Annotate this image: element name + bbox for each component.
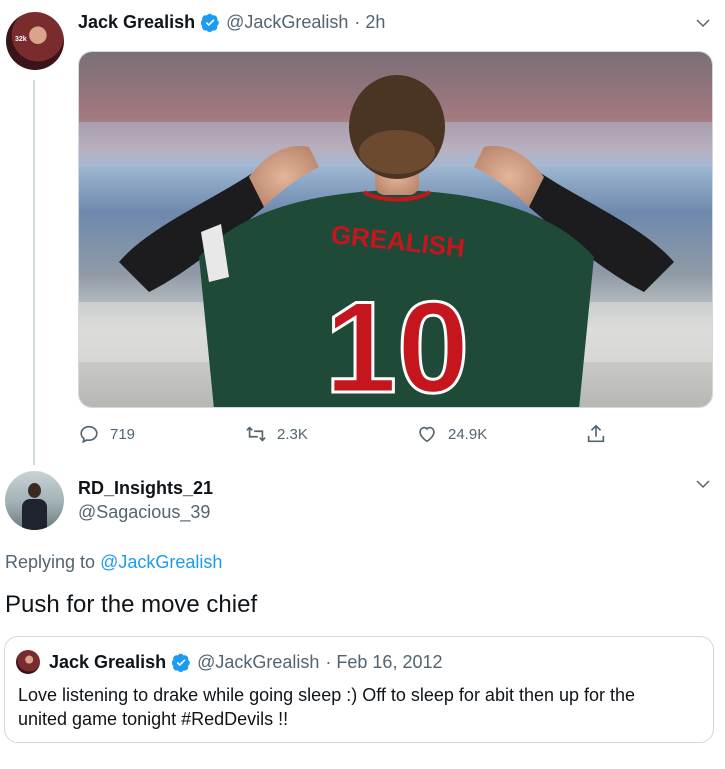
- heart-icon: [419, 426, 435, 443]
- share-action[interactable]: [585, 423, 607, 445]
- quoted-tweet-header: Jack Grealish @JackGrealish · Feb 16, 20…: [49, 652, 443, 673]
- jersey-number: 10: [325, 274, 470, 408]
- retweet-count: 2.3K: [277, 425, 308, 443]
- retweet-action[interactable]: 2.3K: [245, 423, 308, 445]
- replying-prefix: Replying to: [5, 552, 96, 572]
- quoted-author-handle: @JackGrealish: [197, 652, 320, 672]
- reply-options-chevron-icon[interactable]: [694, 475, 712, 498]
- reply-count: 719: [110, 425, 136, 443]
- reply-action[interactable]: 719: [78, 423, 135, 445]
- like-count: 24.9K: [448, 425, 488, 443]
- reply-text: Push for the move chief: [5, 591, 258, 618]
- tweet-header: Jack Grealish @JackGrealish · 2h: [78, 12, 385, 33]
- avatar-badge-text: 32k: [15, 36, 27, 43]
- quoted-text-line-2: united game tonight #RedDevils !!: [18, 709, 289, 729]
- retweet-icon: [246, 426, 266, 442]
- author-avatar[interactable]: 32k: [6, 12, 64, 70]
- author-handle[interactable]: @JackGrealish: [226, 12, 348, 33]
- quoted-author-name: Jack Grealish: [49, 652, 167, 672]
- photo-illustration: GREALISH 10: [79, 52, 712, 408]
- quoted-tweet-text: Love listening to drake while going slee…: [18, 683, 708, 731]
- reply-author-avatar[interactable]: [5, 471, 64, 530]
- quoted-tweet-date: · Feb 16, 2012: [325, 652, 443, 672]
- tweet-time[interactable]: · 2h: [354, 12, 385, 33]
- replying-to-link[interactable]: @JackGrealish: [100, 552, 222, 572]
- reply-icon: [80, 425, 98, 444]
- author-name[interactable]: Jack Grealish: [78, 12, 195, 33]
- replying-to-line: Replying to @JackGrealish: [5, 552, 222, 573]
- quoted-author-avatar: [16, 650, 40, 674]
- quoted-text-line-1: Love listening to drake while going slee…: [18, 685, 636, 705]
- like-action[interactable]: 24.9K: [416, 423, 487, 445]
- verified-badge-icon: [200, 13, 220, 32]
- reply-author-handle[interactable]: @Sagacious_39: [78, 502, 210, 523]
- share-icon: [587, 424, 605, 443]
- reply-author-name[interactable]: RD_Insights_21: [78, 478, 213, 499]
- tweet-options-chevron-icon[interactable]: [694, 14, 712, 37]
- quoted-verified-badge-icon: [171, 653, 191, 672]
- thread-connector-line: [33, 80, 35, 465]
- tweet-photo[interactable]: GREALISH 10: [78, 51, 713, 408]
